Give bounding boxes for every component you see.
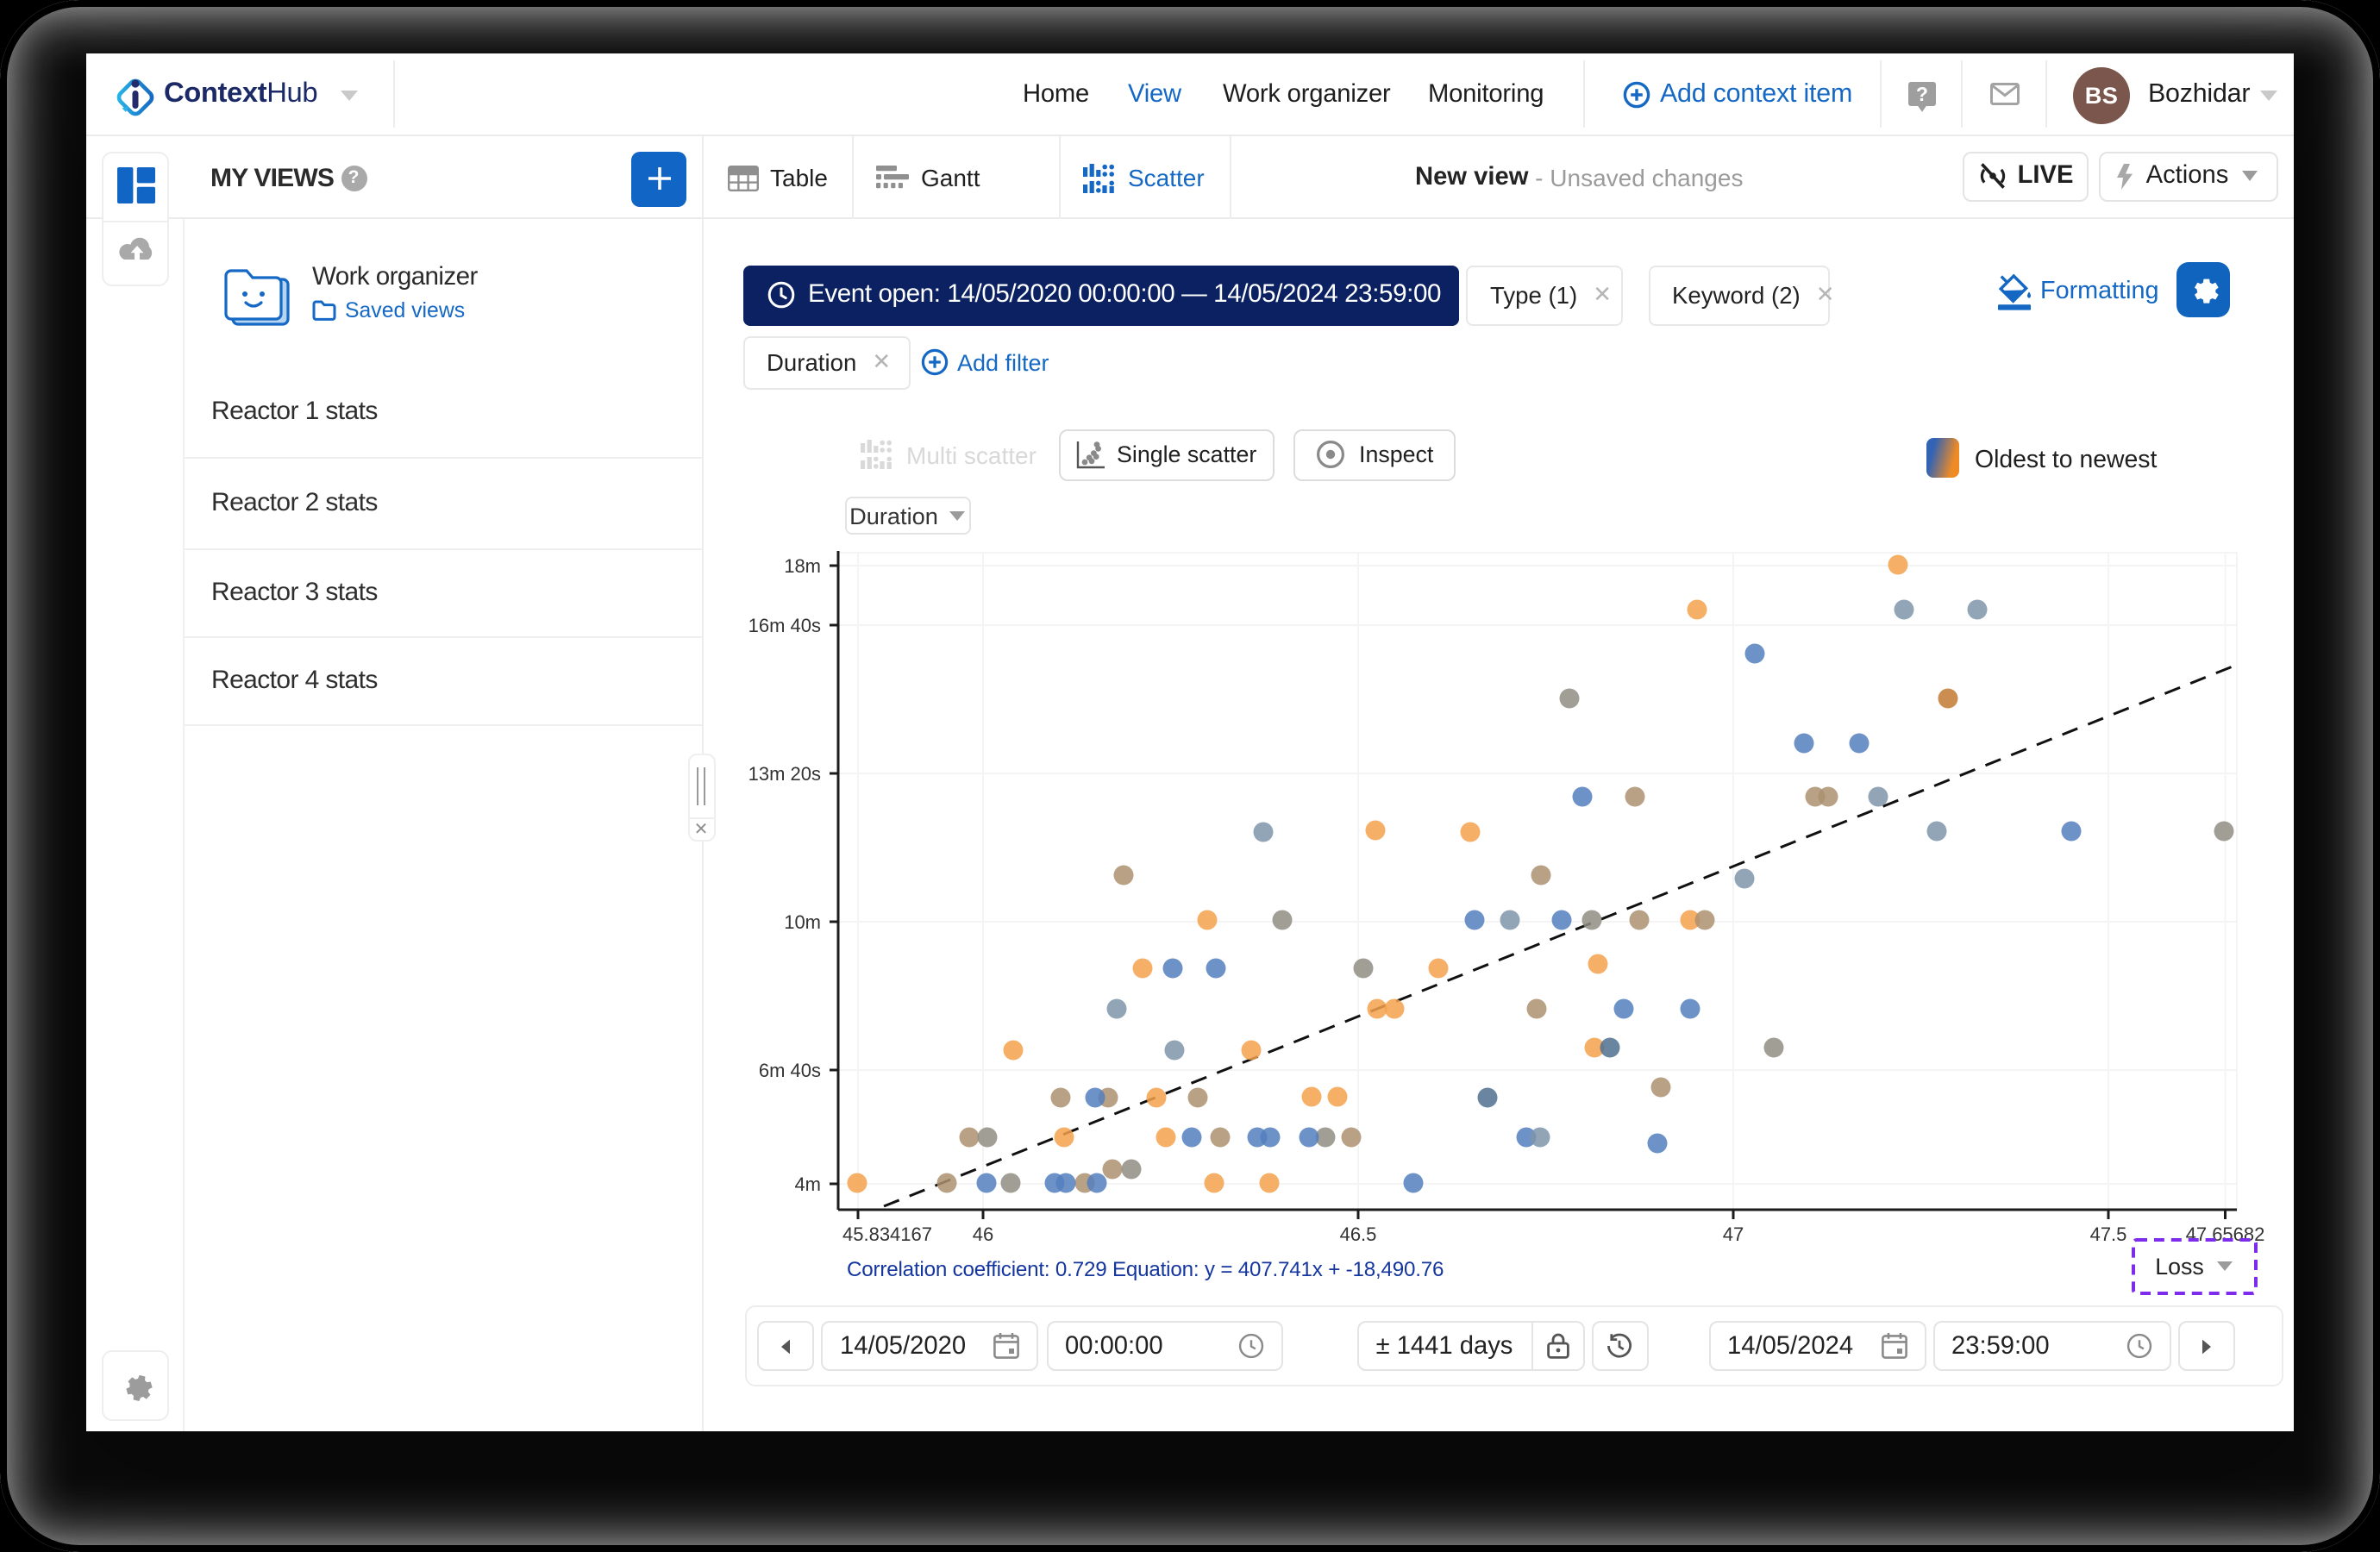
svg-text:16m 40s: 16m 40s [748,614,821,635]
svg-text:18m: 18m [784,554,821,576]
svg-text:46.5: 46.5 [1340,1223,1377,1244]
svg-text:47: 47 [1723,1223,1744,1244]
svg-text:10m: 10m [784,911,821,932]
svg-text:45.834167: 45.834167 [842,1223,932,1244]
svg-text:6m 40s: 6m 40s [759,1059,821,1080]
svg-text:13m 20s: 13m 20s [748,762,821,784]
svg-text:4m: 4m [794,1173,821,1194]
svg-text:47.5: 47.5 [2090,1223,2127,1244]
svg-text:46: 46 [973,1223,993,1244]
